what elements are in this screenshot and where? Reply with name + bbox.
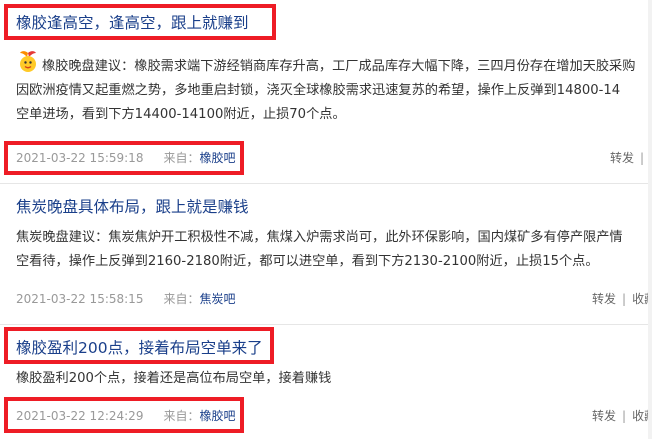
post-timestamp: 2021-03-22 15:58:15	[16, 292, 144, 306]
action-separator: |	[622, 292, 627, 306]
post-content-line: 焦炭晚盘建议：焦炭焦炉开工积极性不减，焦煤入炉需求尚可，此外环保影响，国内煤矿多…	[16, 230, 623, 245]
repost-button[interactable]: 转发	[592, 409, 616, 423]
post-title[interactable]: 焦炭晚盘具体布局，跟上就是赚钱	[16, 195, 249, 217]
post-content-line: 空看待，操作上反弹到2160-2180附近，都可以进空单，看到下方2130-21…	[16, 254, 599, 269]
post-content: 橡胶盈利200个点，接着还是高位布局空单，接着赚钱	[16, 367, 652, 391]
post-content: 橡胶晚盘建议：橡胶需求端下游经销商库存升高，工厂成品库存大幅下降，三四月份存在增…	[16, 55, 652, 127]
highlight-box-title-1	[4, 4, 276, 40]
post-content-line: 空单进场，看到下方14400-14100附近，止损70个点。	[16, 107, 346, 122]
post-item: 焦炭晚盘具体布局，跟上就是赚钱 焦炭晚盘建议：焦炭焦炉开工积极性不减，焦煤入炉需…	[0, 184, 652, 324]
from-label: 来自：	[163, 292, 200, 306]
action-separator: |	[622, 409, 627, 423]
repost-button[interactable]: 转发	[592, 292, 616, 306]
repost-button[interactable]: 转发	[610, 151, 634, 165]
post-actions: 转发|收藏	[592, 407, 652, 424]
post-content: 焦炭晚盘建议：焦炭焦炉开工积极性不减，焦煤入炉需求尚可，此外环保影响，国内煤矿多…	[16, 226, 652, 274]
highlight-box-meta-1	[4, 141, 244, 175]
post-actions: 转发|收藏	[592, 290, 652, 307]
source-forum-link[interactable]: 焦炭吧	[199, 292, 235, 306]
post-content-line: 橡胶盈利200个点，接着还是高位布局空单，接着赚钱	[16, 371, 332, 386]
post-content-line: 橡胶晚盘建议：橡胶需求端下游经销商库存升高，工厂成品库存大幅下降，三四月份存在增…	[42, 59, 636, 74]
post-content-line: 因欧洲疫情又起重燃之势，多地重启封锁，浇灭全球橡胶需求迅速复苏的希望，操作上反弹…	[16, 83, 621, 98]
post-meta: 2021-03-22 15:58:15 来自：焦炭吧	[16, 290, 235, 307]
highlight-box-meta-3	[4, 397, 244, 433]
scrollbar-track[interactable]	[648, 0, 652, 439]
highlight-box-title-3	[4, 327, 274, 364]
post-actions: 转发 |	[610, 149, 650, 166]
action-separator: |	[640, 151, 645, 165]
